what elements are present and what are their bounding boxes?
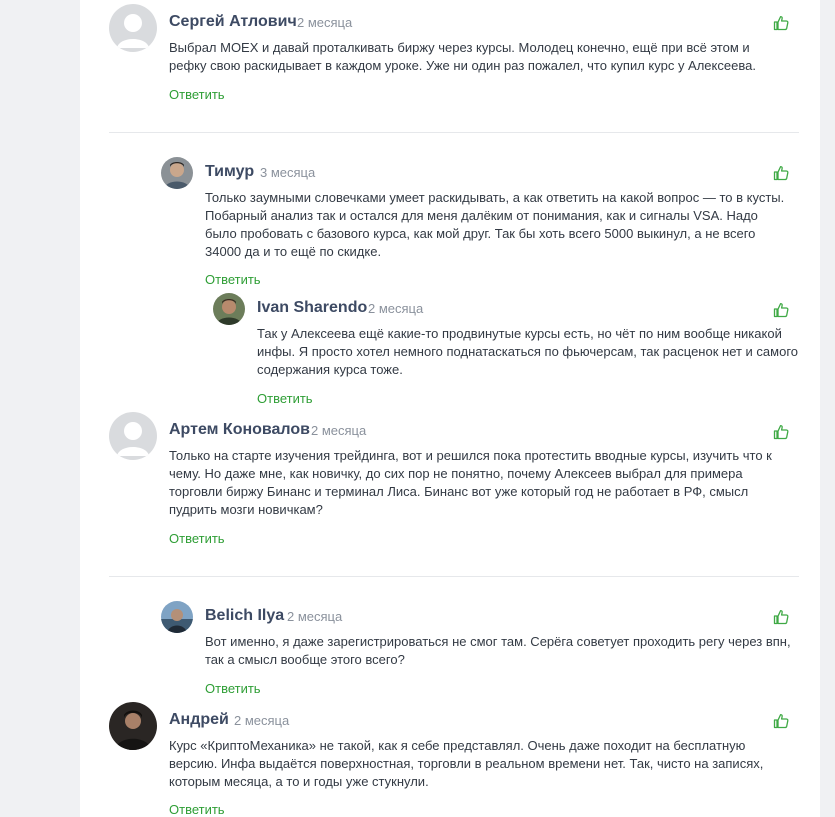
- comment-text: Так у Алексеева ещё какие-то продвинутые…: [257, 326, 799, 377]
- reply-button[interactable]: Ответить: [169, 802, 225, 817]
- comment-date: 2 месяца: [287, 609, 343, 624]
- comment-date: 2 месяца: [368, 301, 424, 316]
- divider: [109, 132, 799, 133]
- user-silhouette-icon: [109, 412, 157, 460]
- comment-text: Только на старте изучения трейдинга, вот…: [169, 448, 772, 517]
- reply-button[interactable]: Ответить: [169, 531, 225, 546]
- comment-text: Вот именно, я даже зарегистрироваться не…: [205, 634, 791, 667]
- reply-button[interactable]: Ответить: [205, 272, 261, 287]
- comments-panel: [80, 0, 820, 817]
- comment-author[interactable]: Артем Коновалов: [169, 421, 310, 439]
- comment-date: 3 месяца: [260, 165, 316, 180]
- user-photo-icon: [109, 702, 157, 750]
- comment-text: Курс «КриптоМеханика» не такой, как я се…: [169, 738, 764, 789]
- thumbs-up-icon[interactable]: [773, 424, 789, 440]
- comment-date: 2 месяца: [311, 423, 367, 438]
- user-photo-icon: [161, 601, 193, 633]
- user-photo-icon: [213, 293, 245, 325]
- comment-date: 2 месяца: [297, 15, 353, 30]
- reply-button[interactable]: Ответить: [205, 681, 261, 696]
- user-photo-icon: [161, 157, 193, 189]
- comment-author[interactable]: Тимур: [205, 163, 254, 181]
- comment-author[interactable]: Belich Ilya: [205, 607, 284, 625]
- reply-button[interactable]: Ответить: [169, 87, 225, 102]
- comment-date: 2 месяца: [234, 713, 290, 728]
- comment-text: Только заумными словечками умеет раскиды…: [205, 190, 785, 259]
- divider: [109, 576, 799, 577]
- comment-text: Выбрал MOEX и давай проталкивать биржу ч…: [169, 40, 756, 73]
- avatar[interactable]: [161, 601, 193, 633]
- avatar[interactable]: [109, 702, 157, 750]
- comment-author[interactable]: Сергей Атлович: [169, 13, 297, 31]
- user-silhouette-icon: [109, 4, 157, 52]
- thumbs-up-icon[interactable]: [773, 609, 789, 625]
- thumbs-up-icon[interactable]: [773, 15, 789, 31]
- comment-author[interactable]: Ivan Sharendo: [257, 299, 367, 317]
- thumbs-up-icon[interactable]: [773, 165, 789, 181]
- reply-button[interactable]: Ответить: [257, 391, 313, 406]
- comment-author[interactable]: Андрей: [169, 711, 229, 729]
- avatar[interactable]: [161, 157, 193, 189]
- avatar[interactable]: [109, 4, 157, 52]
- thumbs-up-icon[interactable]: [773, 302, 789, 318]
- avatar[interactable]: [213, 293, 245, 325]
- thumbs-up-icon[interactable]: [773, 713, 789, 729]
- avatar[interactable]: [109, 412, 157, 460]
